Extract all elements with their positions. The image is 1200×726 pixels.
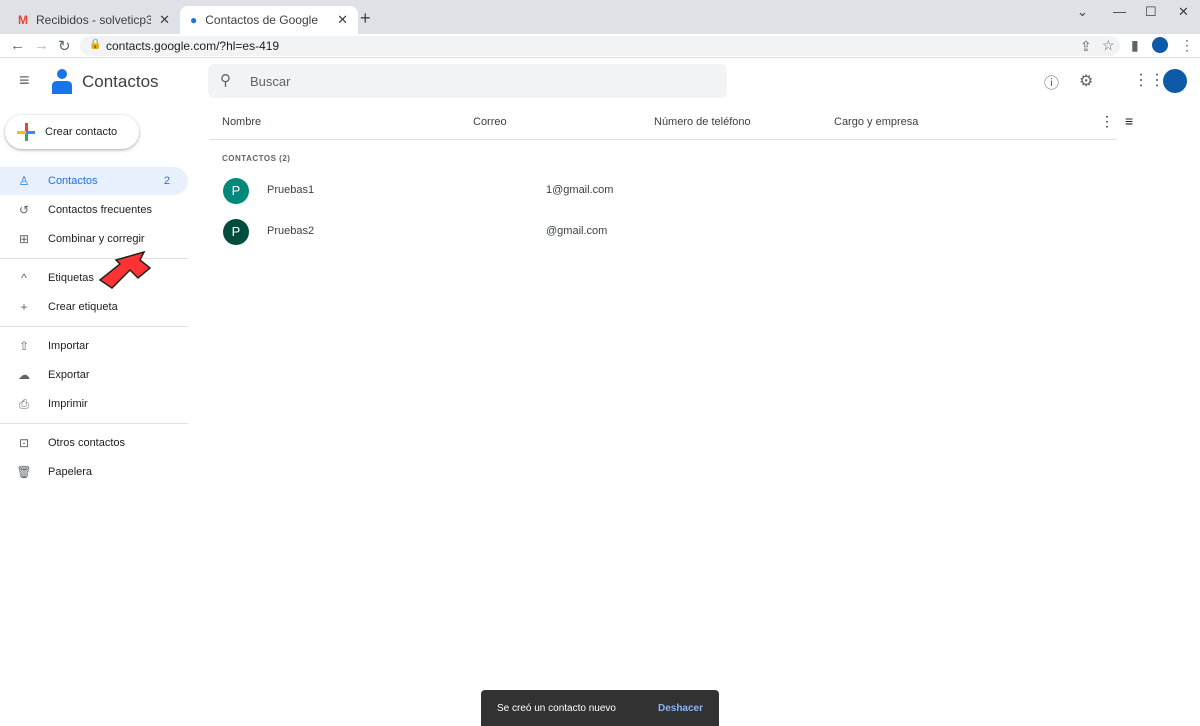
sidebar-item-label: Exportar [48,369,90,381]
sidebar-item-etiquetas[interactable]: ^ Etiquetas [0,264,188,292]
sidebar-item-importar[interactable]: ⇧ Importar [0,332,188,360]
sidebar-item-label: Contactos [48,175,98,187]
divider [0,326,188,327]
snackbar-message: Se creó un contacto nuevo [497,702,616,714]
create-contact-button[interactable]: Crear contacto [5,115,139,149]
search-icon: ⚲ [220,72,231,89]
gmail-icon: M [18,13,28,27]
sidebar-item-contactos[interactable]: ♙ Contactos 2 [0,167,188,195]
app-header: ≡ Contactos ⚲ Buscar ⓘ ⚙ ⋮⋮ [0,58,1200,106]
sidebar-item-exportar[interactable]: ☁ Exportar [0,361,188,389]
column-header-cargo[interactable]: Cargo y empresa [834,116,918,128]
side-panel-icon[interactable]: ▮ [1131,37,1139,54]
new-tab-button[interactable]: + [360,8,371,29]
avatar: P [223,219,249,245]
profile-avatar[interactable] [1152,37,1168,53]
close-window-button[interactable]: ✕ [1178,4,1189,20]
red-arrow-annotation [98,250,152,289]
plus-icon: + [20,300,28,314]
snackbar: Se creó un contacto nuevo Deshacer [481,690,719,726]
contact-email: 1@gmail.com [546,184,614,196]
sidebar-item-papelera[interactable]: 🗑 Papelera [0,458,188,486]
sidebar-item-label: Crear etiqueta [48,301,118,313]
tab-title: Contactos de Google [205,13,318,27]
column-header-telefono[interactable]: Número de teléfono [654,116,751,128]
contacts-icon: ● [190,13,198,27]
sidebar-item-crear-etiqueta[interactable]: + Crear etiqueta [0,293,188,321]
url-field[interactable]: 🔒 contacts.google.com/?hl=es-419 [80,36,1120,56]
more-options-icon[interactable]: ⋮ [1100,113,1114,130]
sidebar-item-combinar[interactable]: ⊞ Combinar y corregir [0,225,188,253]
sidebar-item-label: Combinar y corregir [48,233,145,245]
contact-count: 2 [163,175,170,187]
sidebar-item-otros[interactable]: ⊡ Otros contactos [0,429,188,457]
print-icon: ⎙ [19,396,29,411]
column-header-nombre[interactable]: Nombre [222,116,261,128]
url-text: contacts.google.com/?hl=es-419 [106,39,280,53]
settings-gear-icon[interactable]: ⚙ [1079,71,1093,91]
tab-gmail[interactable]: M Recibidos - solveticp3@gmail.com ✕ [8,6,180,34]
contacts-logo-icon [52,69,72,94]
table-row[interactable]: P Pruebas1 1@gmail.com [210,171,1110,211]
star-icon[interactable]: ☆ [1102,37,1115,54]
sidebar-item-label: Importar [48,340,89,352]
forward-icon[interactable]: → [34,37,49,54]
section-label: CONTACTOS (2) [222,154,291,163]
share-icon[interactable]: ⇪ [1080,38,1092,55]
upload-icon: ⇧ [18,339,30,353]
divider [0,258,188,259]
plus-icon [17,123,35,141]
account-avatar[interactable] [1163,69,1187,93]
table-row[interactable]: P Pruebas2 @gmail.com [210,212,1110,252]
avatar: P [223,178,249,204]
sidebar-item-label: Otros contactos [48,437,126,449]
tab-contacts[interactable]: ● Contactos de Google ✕ [180,6,358,34]
address-bar-row: ← → ↻ 🔒 contacts.google.com/?hl=es-419 ⇪ … [0,34,1200,58]
search-input[interactable]: ⚲ Buscar [208,64,727,98]
close-tab-icon[interactable]: ✕ [337,12,348,28]
add-box-icon: ⊡ [18,436,30,450]
back-icon[interactable]: ← [10,37,25,54]
sidebar-item-frecuentes[interactable]: ↺ Contactos frecuentes [0,196,188,224]
sidebar-item-label: Imprimir [48,398,88,410]
app-title: Contactos [82,72,159,91]
sidebar-item-imprimir[interactable]: ⎙ Imprimir [0,390,188,418]
sidebar-item-label: Papelera [48,466,93,478]
contact-name: Pruebas2 [267,225,315,237]
sidebar-item-label: Contactos frecuentes [48,204,152,216]
search-placeholder: Buscar [250,74,291,89]
tab-search-icon[interactable]: ⌄ [1077,4,1088,20]
undo-button[interactable]: Deshacer [658,703,703,714]
browser-tab-bar: M Recibidos - solveticp3@gmail.com ✕ ● Cont… [0,0,1200,34]
minimize-button[interactable]: — [1113,4,1126,19]
menu-icon[interactable]: ⋮ [1180,37,1194,54]
cloud-download-icon: ☁ [18,368,30,382]
divider [0,423,188,424]
hamburger-menu-icon[interactable]: ≡ [19,70,30,91]
history-icon: ↺ [18,203,30,217]
sidebar-item-label: Etiquetas [48,272,94,284]
reload-icon[interactable]: ↻ [58,37,71,55]
divider [210,139,1117,140]
column-header-correo[interactable]: Correo [473,116,507,128]
close-tab-icon[interactable]: ✕ [159,12,170,28]
contact-email: @gmail.com [546,225,608,237]
help-icon[interactable]: ⓘ [1044,72,1059,93]
person-icon: ♙ [18,174,30,188]
merge-icon: ⊞ [18,232,30,246]
contact-name: Pruebas1 [267,184,315,196]
trash-icon: 🗑 [16,465,32,479]
chevron-up-icon: ^ [21,271,27,285]
lock-icon: 🔒 [89,39,102,50]
create-contact-label: Crear contacto [45,126,118,138]
maximize-button[interactable]: ☐ [1145,4,1157,20]
tab-title: Recibidos - solveticp3@gmail.com [36,13,152,27]
apps-grid-icon[interactable]: ⋮⋮ [1133,70,1165,90]
column-settings-icon[interactable]: ≡ [1125,113,1133,129]
